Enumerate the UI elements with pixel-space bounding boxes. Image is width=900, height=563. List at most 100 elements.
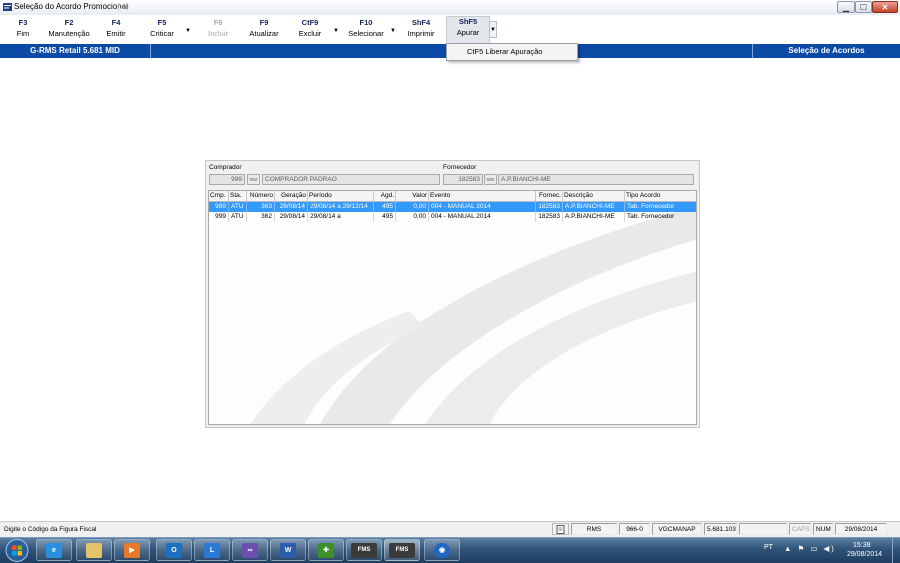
fornecedor-search-button[interactable]: 👓 [484,174,497,185]
taskbar-rms-2[interactable]: FMS [384,539,420,561]
cell-evento: 004 - MANUAL 2014 [429,212,536,222]
fornecedor-label: Fornecedor [443,164,477,171]
fornecedor-name-field: A.P.BIANCHI-ME [498,174,694,185]
tool-key: F5 [157,18,167,27]
comprador-label: Comprador [209,164,242,171]
status-module: RMS [571,523,617,535]
cell-evento: 004 - MANUAL 2014 [429,202,536,212]
tool-excluir[interactable]: CtF9 Excluir [290,18,330,42]
maximize-button[interactable]: ☐ [855,1,872,13]
green-cross-icon: ✚ [318,542,334,558]
taskbar-rms-1[interactable]: FMS [346,539,382,561]
minimize-button[interactable]: ▁ [837,1,855,13]
cell-fornec: 182583 [536,202,563,212]
table-row[interactable]: 999 ATU 362 29/08/14 29/08/14 a 495 0,00… [209,212,696,222]
tool-key: CtF9 [301,18,319,27]
status-empty-cell [739,523,787,535]
tool-label: Incluir [207,29,228,38]
taskbar-infinity[interactable]: ∞ [232,539,268,561]
selecionar-dropdown-icon[interactable]: ▼ [390,28,396,34]
apurar-dropdown-menu: CtF5 Liberar Apuração [446,43,578,61]
status-code: 966-0 [619,523,650,535]
column-header[interactable]: Descrição [563,191,625,201]
status-document-button[interactable] [552,523,569,535]
close-button[interactable]: ✕ [872,1,898,13]
status-bar: Digite o Código da Figura Fiscal RMS 966… [0,521,900,537]
cell-numero: 363 [247,202,275,212]
cell-agd: 495 [374,202,396,212]
tool-emitir[interactable]: F4 Emitir [98,18,134,42]
language-indicator[interactable]: PT [764,544,773,551]
start-button-icon[interactable] [3,538,31,563]
column-header[interactable]: Fornec. [536,191,563,201]
fornecedor-code-field[interactable]: 182583 [443,174,483,185]
cell-periodo: 29/08/14 a 29/12/14 [308,202,374,212]
tool-criticar[interactable]: F5 Criticar [142,18,182,42]
column-header[interactable]: Período [308,191,374,201]
tool-imprimir[interactable]: ShF4 Imprimir [402,18,440,42]
tool-incluir[interactable]: F6 Incluir [198,18,238,42]
network-globe-icon: ◉ [434,542,450,558]
criticar-dropdown-icon[interactable]: ▼ [185,28,191,34]
taskbar-word[interactable]: W [270,539,306,561]
tool-label: Selecionar [348,29,384,38]
column-header[interactable]: Cmp. [209,191,229,201]
internet-explorer-icon: e [46,542,62,558]
media-player-icon: ▶ [124,542,140,558]
watermark-logo [250,211,696,424]
system-tray-icons[interactable]: ▲ ⚑ ▭ ◀) [784,544,836,553]
tool-key: F4 [111,18,121,27]
menu-item-liberar-apuracao[interactable]: CtF5 Liberar Apuração [467,47,542,56]
taskbar-explorer[interactable] [76,539,112,561]
screen-title: Seleção de Acordos [753,44,900,58]
column-header[interactable]: Evento [429,191,536,201]
table-row[interactable]: 999 ATU 363 29/08/14 29/08/14 a 29/12/14… [209,202,696,212]
cell-periodo: 29/08/14 a [308,212,374,222]
column-header[interactable]: Sta. [229,191,247,201]
cell-valor: 0,00 [396,202,429,212]
tool-label: Criticar [150,29,174,38]
cell-numero: 362 [247,212,275,222]
cell-valor: 0,00 [396,212,429,222]
cell-sta: ATU [229,212,247,222]
column-header[interactable]: Número [247,191,275,201]
apurar-dropdown-icon[interactable]: ▼ [489,21,497,38]
tool-key: ShF5 [458,17,478,26]
outlook-icon: O [166,542,182,558]
comprador-search-button[interactable]: 👓 [247,174,260,185]
tool-apurar[interactable]: ShF5 Apurar [446,16,490,44]
lync-icon: L [204,542,220,558]
column-header[interactable]: Tipo Acordo [625,191,696,201]
taskbar-outlook[interactable]: O [156,539,192,561]
excluir-dropdown-icon[interactable]: ▼ [333,28,339,34]
tool-label: Excluir [298,29,322,38]
cell-geracao: 29/08/14 [275,212,308,222]
tool-label: Fim [16,29,30,38]
tool-key: F3 [18,18,28,27]
folder-icon [86,542,102,558]
cell-tipo-acordo: Tab. Fornecedor [625,212,696,222]
column-header[interactable]: Valor [396,191,429,201]
comprador-code-field[interactable]: 999 [209,174,245,185]
infinity-icon: ∞ [242,542,258,558]
tool-atualizar[interactable]: F9 Atualizar [244,18,284,42]
tool-label: Emitir [106,29,126,38]
clock-time[interactable]: 15:38 [853,542,871,549]
taskbar-ie[interactable]: e [36,539,72,561]
tool-selecionar[interactable]: F10 Selecionar [344,18,388,42]
show-desktop-button[interactable] [892,538,900,563]
taskbar-network-app[interactable]: ◉ [424,539,460,561]
cell-tipo-acordo: Tab. Fornecedor [625,202,696,212]
column-header[interactable]: Agd. [374,191,396,201]
clock-date[interactable]: 29/08/2014 [847,551,882,558]
tool-manutencao[interactable]: F2 Manutenção [44,18,94,42]
taskbar-lync[interactable]: L [194,539,230,561]
tool-label: Atualizar [249,29,279,38]
tool-fim[interactable]: F3 Fim [4,18,42,42]
column-header[interactable]: Geração [275,191,308,201]
taskbar-cross-app[interactable]: ✚ [308,539,344,561]
status-version: 5.681.1030 [704,523,737,535]
product-version: G-RMS Retail 5.681 MID [0,44,151,58]
taskbar-media[interactable]: ▶ [114,539,150,561]
cell-cmp: 999 [209,202,229,212]
